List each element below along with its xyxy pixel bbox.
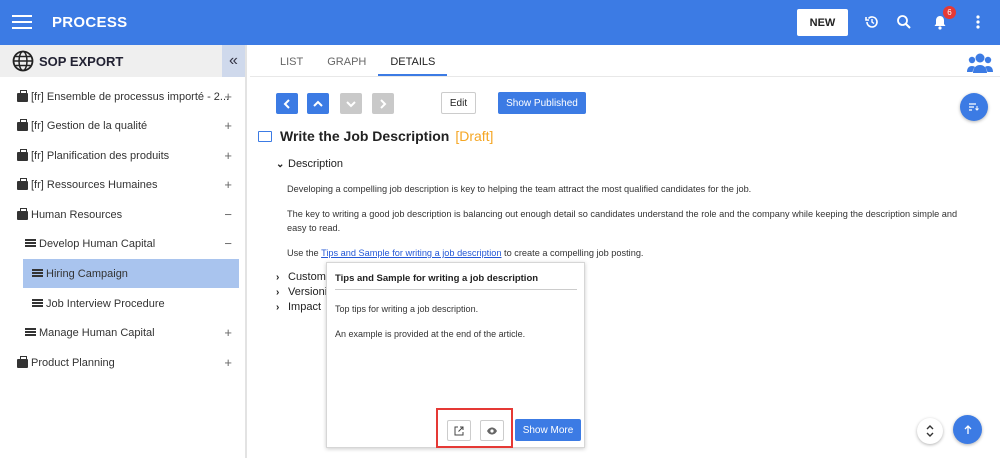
sidebar-item-product-planning[interactable]: Product Planning + [0, 348, 240, 377]
sidebar-item-label: Hiring Campaign [46, 267, 128, 280]
menu-icon[interactable] [12, 12, 32, 32]
paragraph-text: to create a compelling job posting. [501, 248, 644, 258]
collapse-sidebar-button[interactable]: « [222, 45, 245, 77]
arrow-up-icon [964, 424, 971, 434]
sidebar-item-gestion-qualite[interactable]: [fr] Gestion de la qualité + [0, 111, 240, 140]
globe-icon [12, 50, 34, 72]
sidebar-item-manage-human-capital[interactable]: Manage Human Capital + [0, 318, 240, 347]
popup-text: Top tips for writing a job description. [335, 304, 479, 314]
section-label: Custom [288, 271, 326, 283]
sidebar-item-label: Manage Human Capital [39, 326, 155, 339]
sidebar-item-human-resources[interactable]: Human Resources − [0, 200, 240, 229]
search-icon[interactable] [894, 12, 914, 32]
sidebar-item-label: Human Resources [31, 208, 123, 221]
previous-button[interactable] [276, 93, 298, 114]
tips-link[interactable]: Tips and Sample for writing a job descri… [321, 248, 501, 258]
new-button[interactable]: NEW [797, 9, 848, 36]
custom-section-toggle[interactable]: › Custom [276, 271, 326, 283]
chevron-right-icon: › [276, 286, 280, 298]
chevron-down-icon: ⌄ [276, 158, 285, 170]
sidebar-item-ressources-humaines[interactable]: [fr] Ressources Humaines + [0, 170, 240, 199]
show-more-button[interactable]: Show More [515, 419, 581, 441]
description-toggle[interactable]: ⌄ Description [276, 158, 343, 170]
down-button[interactable] [340, 93, 362, 114]
expand-icon[interactable]: + [224, 325, 232, 340]
sidebar-item-label: [fr] Gestion de la qualité [31, 119, 148, 132]
expand-icon[interactable]: + [224, 355, 232, 370]
list-icon [24, 239, 36, 249]
briefcase-icon [16, 356, 28, 368]
sidebar-item-job-interview-procedure[interactable]: Job Interview Procedure [0, 289, 240, 318]
view-tabs: LIST GRAPH DETAILS [268, 50, 448, 76]
briefcase-icon [16, 178, 28, 190]
popup-text: An example is provided at the end of the… [335, 329, 526, 339]
unfold-icon [926, 425, 934, 437]
briefcase-icon [16, 90, 28, 102]
sidebar-header: SOP EXPORT [0, 45, 245, 77]
tab-list[interactable]: LIST [268, 50, 315, 76]
sidebar-item-ensemble-processus[interactable]: [fr] Ensemble de processus importé - 2..… [0, 82, 240, 111]
sidebar-item-label: [fr] Planification des produits [31, 149, 170, 162]
edit-button[interactable]: Edit [441, 92, 476, 114]
divider [250, 76, 1000, 77]
history-icon[interactable] [862, 12, 882, 32]
chevron-left-icon [283, 98, 290, 109]
description-paragraph: The key to writing a good job descriptio… [287, 209, 958, 233]
chevron-down-icon [346, 100, 356, 107]
list-icon [31, 299, 43, 309]
expand-icon[interactable]: + [224, 118, 232, 133]
description-label: Description [288, 158, 344, 170]
tab-graph[interactable]: GRAPH [315, 50, 378, 76]
sidebar-item-label: Product Planning [31, 356, 115, 369]
popup-title: Tips and Sample for writing a job descri… [335, 273, 577, 290]
expand-icon[interactable]: + [224, 177, 232, 192]
sidebar-item-label: Develop Human Capital [39, 237, 156, 250]
sidebar: SOP EXPORT « [fr] Ensemble de processus … [0, 45, 247, 458]
expand-icon[interactable]: + [224, 89, 232, 104]
list-icon [31, 269, 43, 279]
description-paragraph: Use the Tips and Sample for writing a jo… [287, 246, 974, 260]
monitor-icon [258, 130, 272, 142]
sidebar-item-hiring-campaign[interactable]: Hiring Campaign [23, 259, 239, 288]
collapse-icon[interactable]: − [224, 207, 232, 222]
expand-icon[interactable]: + [224, 148, 232, 163]
sidebar-item-planification-produits[interactable]: [fr] Planification des produits + [0, 141, 240, 170]
chevron-right-icon: › [276, 271, 280, 283]
more-vertical-icon[interactable] [968, 12, 988, 32]
impact-section-toggle[interactable]: › Impact [276, 301, 321, 313]
chevron-right-icon: › [276, 301, 280, 313]
sidebar-item-label: Job Interview Procedure [46, 297, 165, 310]
filter-list-icon[interactable] [960, 93, 988, 121]
scroll-to-top-button[interactable] [953, 415, 982, 444]
next-button[interactable] [372, 93, 394, 114]
section-label: Impact [288, 301, 322, 313]
up-button[interactable] [307, 93, 329, 114]
sidebar-item-develop-human-capital[interactable]: Develop Human Capital − [0, 229, 240, 258]
users-icon[interactable] [967, 52, 993, 74]
status-badge: [Draft] [455, 128, 494, 144]
page-title: Write the Job Description [Draft] [258, 128, 493, 144]
scroll-toggle-button[interactable] [917, 418, 943, 444]
briefcase-icon [16, 149, 28, 161]
chevron-up-icon [313, 100, 323, 107]
briefcase-icon [16, 119, 28, 131]
paragraph-text: Use the [287, 248, 322, 258]
chevron-right-icon [380, 98, 387, 109]
sidebar-title: SOP EXPORT [39, 53, 124, 69]
sidebar-item-label: [fr] Ensemble de processus importé - 2..… [31, 90, 230, 103]
show-published-button[interactable]: Show Published [498, 92, 586, 114]
briefcase-icon [16, 208, 28, 220]
description-paragraph: Developing a compelling job description … [287, 184, 752, 194]
tab-details[interactable]: DETAILS [378, 50, 448, 76]
collapse-icon[interactable]: − [224, 236, 232, 251]
sidebar-item-label: [fr] Ressources Humaines [31, 178, 158, 191]
versioning-section-toggle[interactable]: › Versionin [276, 286, 333, 298]
highlight-box [436, 408, 513, 448]
item-title-text: Write the Job Description [280, 128, 450, 144]
notification-badge: 6 [943, 6, 956, 19]
top-bar: PROCESS NEW 6 [0, 0, 1000, 45]
list-icon [24, 328, 36, 338]
app-title: PROCESS [52, 14, 128, 31]
